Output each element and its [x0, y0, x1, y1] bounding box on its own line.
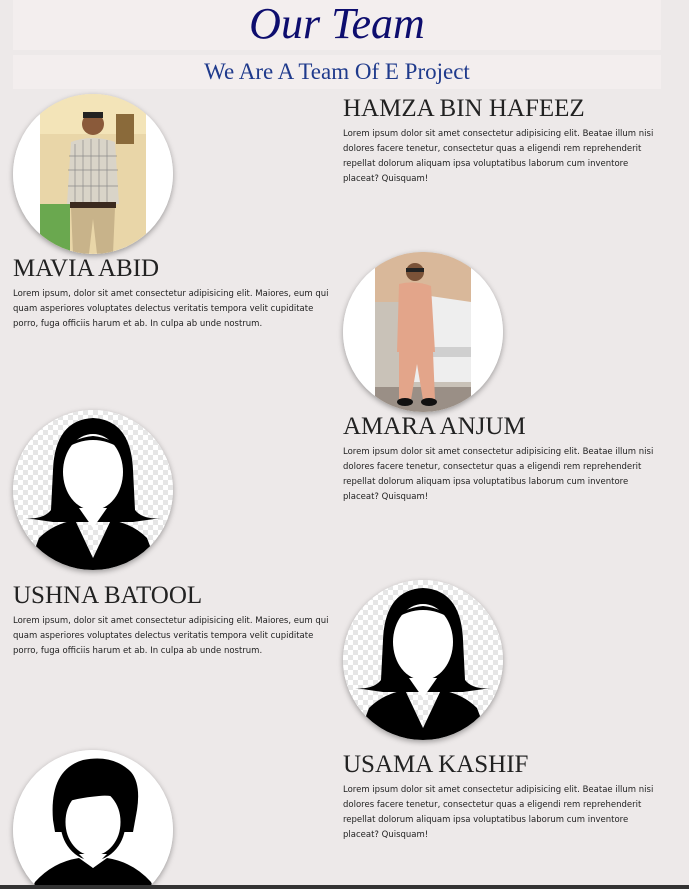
member-name: USHNA BATOOL [13, 582, 203, 609]
female-avatar-icon [13, 410, 173, 570]
page-title: Our Team [249, 0, 425, 48]
member-description: Lorem ipsum, dolor sit amet consectetur … [13, 289, 329, 329]
page-bottom-border [0, 885, 689, 889]
member-photo-hamza [13, 94, 173, 254]
member-name: HAMZA BIN HAFEEZ [343, 95, 585, 122]
member-photo-mavia [343, 252, 503, 412]
member-name: USAMA KASHIF [343, 751, 529, 778]
member-description: Lorem ipsum dolor sit amet consectetur a… [343, 129, 654, 184]
female-avatar-icon [343, 580, 503, 740]
member-description: Lorem ipsum dolor sit amet consectetur a… [343, 785, 654, 840]
title-banner: Our Team [13, 0, 661, 50]
member-name: AMARA ANJUM [343, 413, 526, 440]
male-avatar-icon [13, 750, 173, 889]
page-subtitle: We Are A Team Of E Project [204, 59, 470, 84]
member-description: Lorem ipsum, dolor sit amet consectetur … [13, 616, 329, 656]
member-description: Lorem ipsum dolor sit amet consectetur a… [343, 447, 654, 502]
member-name: MAVIA ABID [13, 255, 160, 282]
subtitle-banner: We Are A Team Of E Project [13, 55, 661, 89]
